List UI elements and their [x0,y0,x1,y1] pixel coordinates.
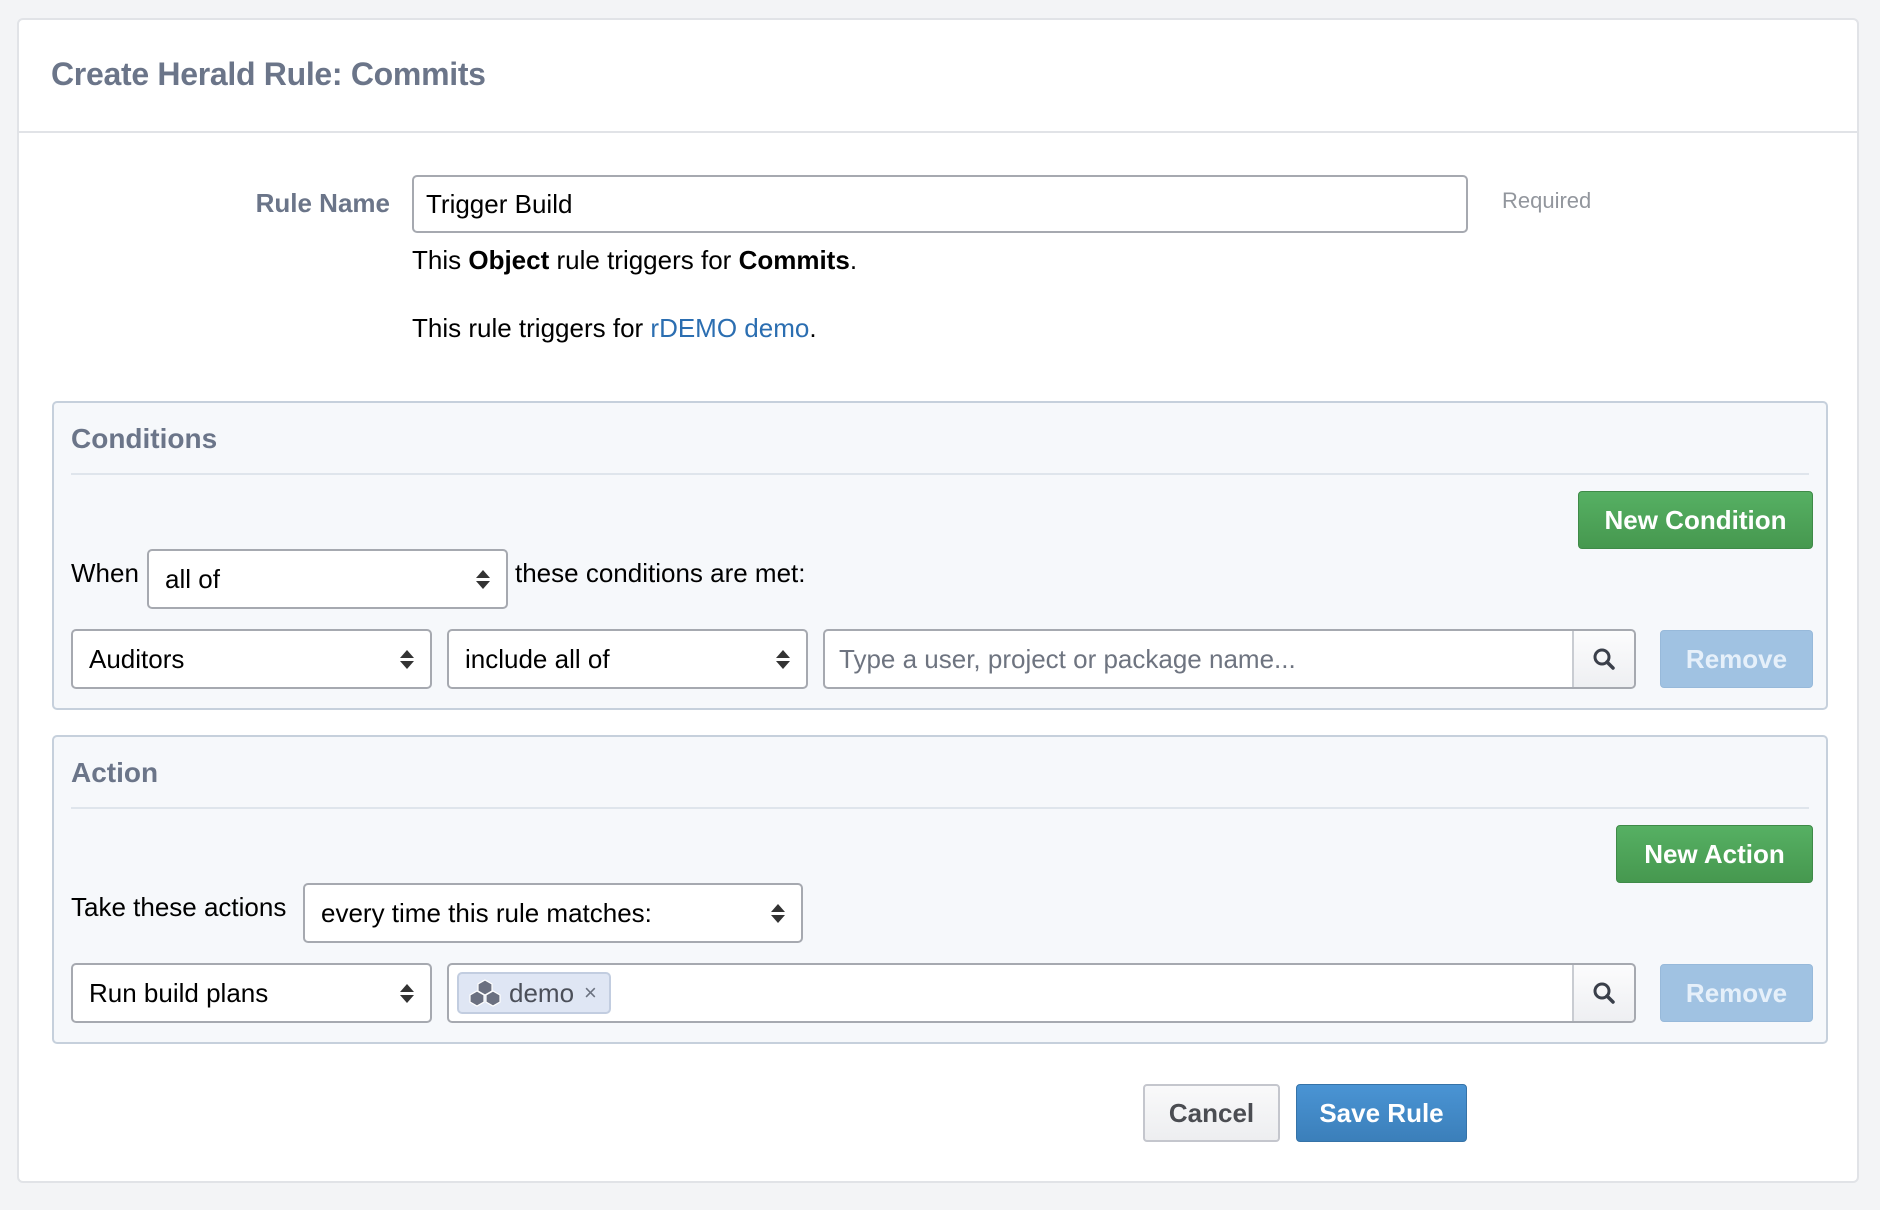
actions-section: Action New Action Take these actions eve… [52,735,1828,1044]
repeat-mode-select[interactable]: every time this rule matches: [303,883,803,943]
info-text: This [412,245,469,275]
match-mode-select[interactable]: all of [147,549,508,609]
conditions-title: Conditions [71,423,218,454]
conditions-section: Conditions New Condition When all of the… [52,401,1828,710]
select-value: Auditors [89,643,185,674]
required-note: Required [1502,188,1592,213]
token-remove-icon[interactable]: × [584,980,597,1006]
info-text: . [809,313,817,343]
build-plan-token-field[interactable]: demo × [447,963,1636,1023]
cubes-icon [469,979,501,1007]
new-action-button[interactable]: New Action [1616,825,1813,883]
info-text: . [849,245,858,275]
remove-condition-button[interactable]: Remove [1660,630,1813,688]
select-arrows-icon [771,903,785,923]
condition-value-input[interactable] [825,631,1572,687]
remove-action-button[interactable]: Remove [1660,964,1813,1022]
repository-link[interactable]: rDEMO demo [650,313,809,343]
token-demo: demo × [457,972,611,1014]
actions-title: Action [71,757,159,788]
token-label: demo [509,977,575,1008]
divider [71,473,1809,475]
info-text: This rule triggers for [412,313,651,343]
action-type-select[interactable]: Run build plans [71,963,432,1023]
rule-name-label: Rule Name [255,188,390,218]
select-value: include all of [465,643,610,674]
take-actions-label: Take these actions [71,892,287,922]
page-title: Create Herald Rule: Commits [51,56,486,92]
search-button[interactable] [1572,631,1634,687]
select-value: every time this rule matches: [321,897,652,928]
select-value: all of [165,563,220,594]
conditions-met-label: these conditions are met: [515,558,806,588]
when-label: When [71,558,139,588]
condition-field-select[interactable]: Auditors [71,629,432,689]
search-icon [1593,982,1615,1004]
rule-name-input[interactable] [412,175,1468,233]
condition-operator-select[interactable]: include all of [447,629,808,689]
select-value: Run build plans [89,977,269,1008]
content-type: Commits [738,245,850,275]
rule-object-info: This rule triggers for rDEMO demo. [412,313,817,344]
select-arrows-icon [400,649,414,669]
select-arrows-icon [776,649,790,669]
select-arrows-icon [476,569,490,589]
build-plan-input[interactable] [610,965,1572,1021]
search-button[interactable] [1572,965,1634,1021]
herald-rule-form-card: Create Herald Rule: Commits Rule Name Re… [17,18,1859,1183]
object-type: Object [468,245,550,275]
select-arrows-icon [400,983,414,1003]
info-text: rule triggers for [549,245,739,275]
card-header: Create Herald Rule: Commits [19,20,1857,133]
condition-value-field[interactable] [823,629,1636,689]
save-rule-button[interactable]: Save Rule [1296,1084,1467,1142]
new-condition-button[interactable]: New Condition [1578,491,1813,549]
rule-type-info: This Object rule triggers for Commits. [412,245,857,276]
cancel-button[interactable]: Cancel [1143,1084,1280,1142]
divider [71,807,1809,809]
search-icon [1593,648,1615,670]
